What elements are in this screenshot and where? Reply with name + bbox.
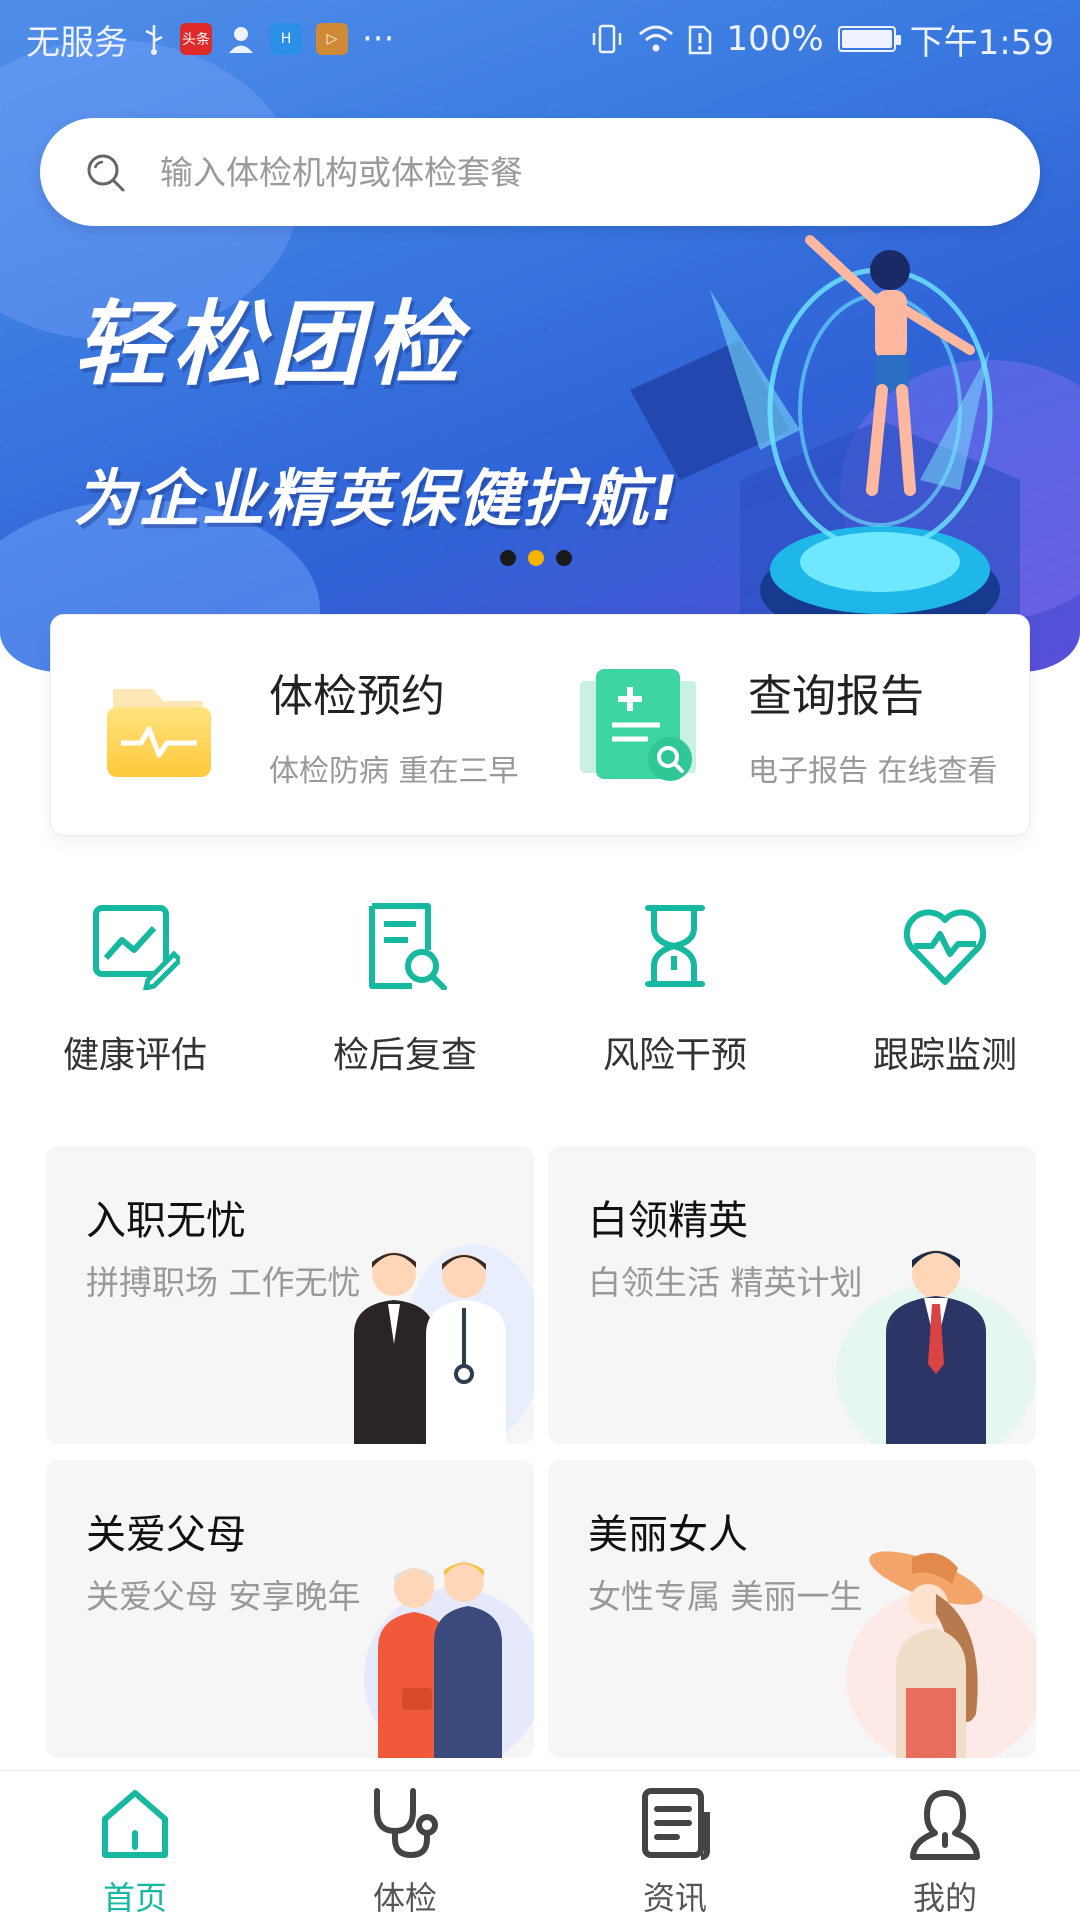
package-title: 美丽女人	[588, 1512, 748, 1558]
folder-heartbeat-icon	[107, 689, 211, 777]
usb-icon	[142, 23, 166, 55]
businessman-doctor-illustration	[354, 1244, 534, 1444]
report-search-icon	[580, 669, 696, 781]
feature-risk-intervention[interactable]: 风险干预	[540, 900, 810, 1078]
carousel-dot[interactable]	[500, 550, 516, 566]
feature-recheck[interactable]: 检后复查	[270, 900, 540, 1078]
document-search-icon	[369, 903, 447, 990]
video-icon: ▷	[316, 23, 348, 55]
search-icon	[87, 154, 125, 192]
clock: 下午1:59	[909, 22, 1054, 63]
nav-label: 首页	[102, 1879, 167, 1917]
search-bar[interactable]	[40, 118, 1040, 226]
booking-service[interactable]: 体检预约 体检防病 重在三早	[51, 615, 550, 835]
toutiao-icon: 头条	[180, 23, 212, 55]
hero-banner[interactable]: 轻松团检 为企业精英保健护航!	[0, 0, 1080, 672]
service-title: 体检预约	[269, 671, 445, 722]
more-icon: ···	[362, 19, 395, 59]
heart-pulse-icon	[903, 909, 987, 985]
contacts-icon	[226, 24, 256, 54]
package-title: 关爱父母	[86, 1512, 246, 1558]
battery-percent: 100%	[726, 19, 824, 59]
package-title: 白领精英	[588, 1198, 748, 1244]
nav-news[interactable]: 资讯	[540, 1771, 810, 1920]
app-icon: H	[270, 23, 302, 55]
sim-alert-icon	[688, 23, 712, 55]
search-input[interactable]	[160, 152, 940, 192]
nav-home[interactable]: 首页	[0, 1771, 270, 1920]
feature-label: 检后复查	[332, 1035, 477, 1076]
battery-fill	[841, 30, 892, 48]
status-bar: 无服务 头条 H ▷ ··· 100% 下午1:59	[0, 0, 1080, 78]
banner-title: 轻松团检	[74, 291, 467, 398]
wifi-icon	[638, 24, 674, 54]
service-desc: 体检防病 重在三早	[269, 754, 519, 789]
nav-label: 我的	[912, 1879, 977, 1917]
hourglass-icon	[645, 905, 705, 987]
stethoscope-icon	[374, 1788, 438, 1859]
package-card-onboarding[interactable]: 入职无忧 拼搏职场 工作无忧	[46, 1146, 534, 1444]
news-icon	[642, 1788, 710, 1860]
feature-tracking[interactable]: 跟踪监测	[810, 900, 1080, 1078]
feature-label: 跟踪监测	[872, 1035, 1017, 1076]
service-desc: 电子报告 在线查看	[748, 754, 998, 789]
feature-label: 风险干预	[602, 1035, 747, 1076]
carousel-indicator[interactable]	[500, 550, 572, 566]
nav-checkup[interactable]: 体检	[270, 1771, 540, 1920]
home-icon	[102, 1790, 168, 1858]
feature-row: 健康评估 检后复查 风险干预 跟踪监测	[0, 900, 1080, 1078]
nav-profile[interactable]: 我的	[810, 1771, 1080, 1920]
package-card-white-collar[interactable]: 白领精英 白领生活 精英计划	[548, 1146, 1036, 1444]
bottom-navigation: 首页 体检 资讯 我的	[0, 1770, 1080, 1920]
feature-label: 健康评估	[62, 1035, 207, 1076]
user-icon	[910, 1790, 980, 1860]
service-title: 查询报告	[748, 671, 924, 722]
woman-hat-illustration	[846, 1551, 1036, 1758]
carrier-text: 无服务	[26, 22, 128, 63]
businessman-illustration	[836, 1250, 1036, 1444]
chart-edit-icon	[93, 905, 180, 990]
feature-health-assessment[interactable]: 健康评估	[0, 900, 270, 1078]
package-card-women[interactable]: 美丽女人 女性专属 美丽一生	[548, 1460, 1036, 1758]
elderly-couple-illustration	[364, 1562, 534, 1758]
vibrate-icon	[590, 23, 624, 55]
nav-label: 资讯	[642, 1879, 707, 1917]
checkup-illustration	[630, 235, 1020, 670]
report-service[interactable]: 查询报告 电子报告 在线查看	[550, 615, 1029, 835]
carousel-dot[interactable]	[556, 550, 572, 566]
carousel-dot-active[interactable]	[528, 550, 544, 566]
service-card: 体检预约 体检防病 重在三早 查询报告 电子报告 在线查看	[50, 614, 1030, 836]
battery-icon	[837, 26, 901, 52]
package-title: 入职无忧	[86, 1198, 246, 1244]
nav-label: 体检	[372, 1879, 437, 1917]
package-card-parents[interactable]: 关爱父母 关爱父母 安享晚年	[46, 1460, 534, 1758]
